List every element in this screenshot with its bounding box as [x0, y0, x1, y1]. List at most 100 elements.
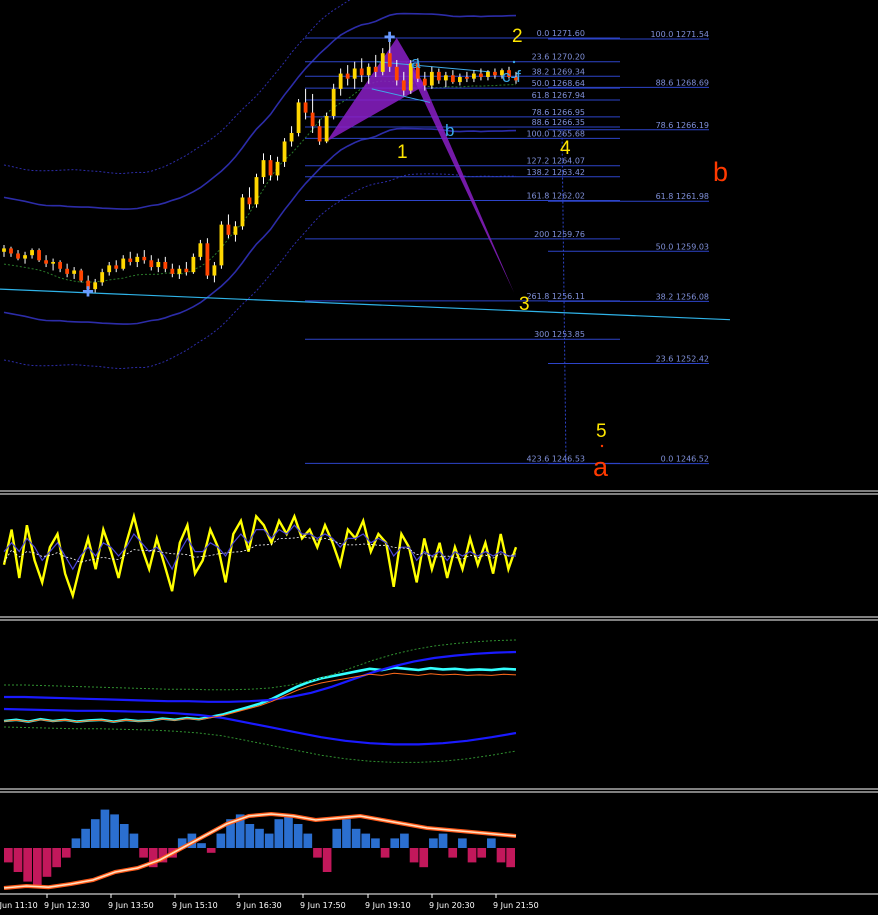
- histogram-bar: [52, 848, 61, 868]
- fib-level-label: 127.2 1264.07: [526, 157, 585, 166]
- oscillator-2-signal: [3, 672, 517, 723]
- fib-level-label: 50.0 1268.64: [532, 79, 585, 88]
- histogram-bar: [371, 838, 380, 848]
- histogram-bar: [71, 838, 81, 848]
- candle-body: [331, 88, 336, 117]
- candle-body: [9, 248, 13, 254]
- candle-body: [254, 177, 259, 205]
- candle-body: [205, 243, 210, 276]
- candle-body: [156, 261, 161, 268]
- candle-body: [387, 53, 392, 67]
- histogram-bar: [390, 838, 400, 848]
- fractal-down-marker: ✚: [82, 285, 94, 301]
- fib-level-label: 423.6 1246.53: [526, 454, 585, 463]
- candle-body: [296, 102, 301, 133]
- histogram-bar: [284, 814, 293, 848]
- candle-body: [100, 272, 105, 283]
- candle-body: [359, 68, 364, 76]
- time-axis: 9 Jun 11:10 9 Jun 12:30 9 Jun 13:50 9 Jun 1…: [0, 894, 539, 910]
- wave-label: b: [445, 121, 454, 140]
- candle-body: [366, 66, 371, 76]
- histogram-bar: [100, 809, 110, 848]
- histogram-bar: [419, 848, 429, 868]
- fib-level-label: 200 1259.76: [534, 230, 585, 239]
- candle-body: [58, 261, 63, 269]
- fib-ext-label: 61.8 1261.98: [656, 192, 709, 201]
- candle-body: [429, 71, 434, 86]
- histogram-bar: [467, 848, 477, 863]
- fib-ext-label: 0.0 1246.52: [661, 455, 709, 464]
- histogram-bar: [313, 848, 322, 858]
- wave-dot: [600, 444, 604, 448]
- histogram-bar: [274, 819, 284, 848]
- histogram-bar: [332, 828, 342, 848]
- histogram-bar: [81, 828, 90, 848]
- histogram-signal-outer: [3, 811, 517, 890]
- wave-label: c-f: [502, 67, 521, 86]
- histogram-bar: [438, 833, 448, 848]
- histogram-bar: [322, 848, 332, 872]
- oscillator-panel-1: [2, 511, 518, 600]
- candle-body: [436, 71, 441, 81]
- candle-body: [107, 265, 112, 273]
- fib-ext-label: 78.6 1266.19: [656, 121, 709, 130]
- candle-body: [317, 126, 322, 142]
- fib-level-label: 78.6 1266.95: [532, 108, 585, 117]
- candle-body: [373, 66, 378, 72]
- candle-body: [44, 260, 48, 264]
- fib-level-label: 23.6 1270.20: [532, 53, 585, 62]
- histogram-bar: [409, 848, 419, 863]
- histogram-bar: [361, 833, 371, 848]
- fib-level-label: 38.2 1269.34: [532, 67, 585, 76]
- histogram-bar: [110, 814, 119, 848]
- histogram-signal-line: [3, 813, 517, 889]
- histogram-bar: [255, 828, 264, 848]
- time-tick-label: 9 Jun 12:30: [44, 901, 90, 910]
- candle-body: [394, 66, 399, 81]
- candle-body: [37, 250, 41, 261]
- candle-body: [443, 75, 448, 81]
- fib-ext-label: 23.6 1252.42: [656, 354, 709, 363]
- fractal-up-marker: ✚: [384, 30, 396, 46]
- candle-body: [289, 132, 294, 142]
- candle-body: [472, 73, 476, 79]
- histogram-bar: [32, 848, 42, 887]
- histogram-bar: [245, 824, 255, 848]
- fib-ext-label: 88.6 1268.69: [656, 78, 709, 87]
- histogram-bar: [42, 848, 52, 877]
- histogram-bar: [90, 819, 100, 848]
- candle-body: [338, 73, 343, 89]
- candle-body: [23, 255, 27, 259]
- fib-level-label: 261.8 1256.11: [526, 292, 585, 301]
- candle-body: [422, 78, 427, 86]
- time-tick-label: 9 Jun 16:30: [236, 901, 282, 910]
- candle-body: [247, 197, 252, 205]
- oscillator-panel-2: [3, 639, 517, 763]
- histogram-bar: [216, 833, 226, 848]
- candle-body: [79, 270, 84, 281]
- fib-ext-label: 100.0 1271.54: [650, 30, 709, 39]
- histogram-bar: [23, 848, 32, 882]
- histogram-bar: [129, 833, 139, 848]
- fib-level-label: 161.8 1262.02: [526, 192, 585, 201]
- histogram-bar: [61, 848, 71, 858]
- candle-body: [16, 253, 20, 259]
- time-tick-label: 9 Jun 13:50: [108, 901, 154, 910]
- candle-body: [51, 261, 55, 264]
- wave-dot: [512, 60, 516, 64]
- time-tick-label: 9 Jun 17:50: [300, 901, 346, 910]
- candle-body: [450, 75, 455, 83]
- histogram-bar: [448, 848, 458, 858]
- histogram-bar: [342, 819, 351, 848]
- histogram-bar: [496, 848, 506, 863]
- histogram-bar: [264, 833, 274, 848]
- wave-label: 4: [560, 138, 571, 159]
- histogram-bar: [506, 848, 515, 868]
- candle-body: [212, 265, 217, 276]
- time-tick-label: 9 Jun 20:30: [429, 901, 475, 910]
- candle-body: [465, 76, 469, 79]
- candle-body: [128, 258, 133, 262]
- time-tick-label: 9 Jun 15:10: [172, 901, 218, 910]
- candle-body: [345, 73, 350, 79]
- histogram-bar: [429, 838, 438, 848]
